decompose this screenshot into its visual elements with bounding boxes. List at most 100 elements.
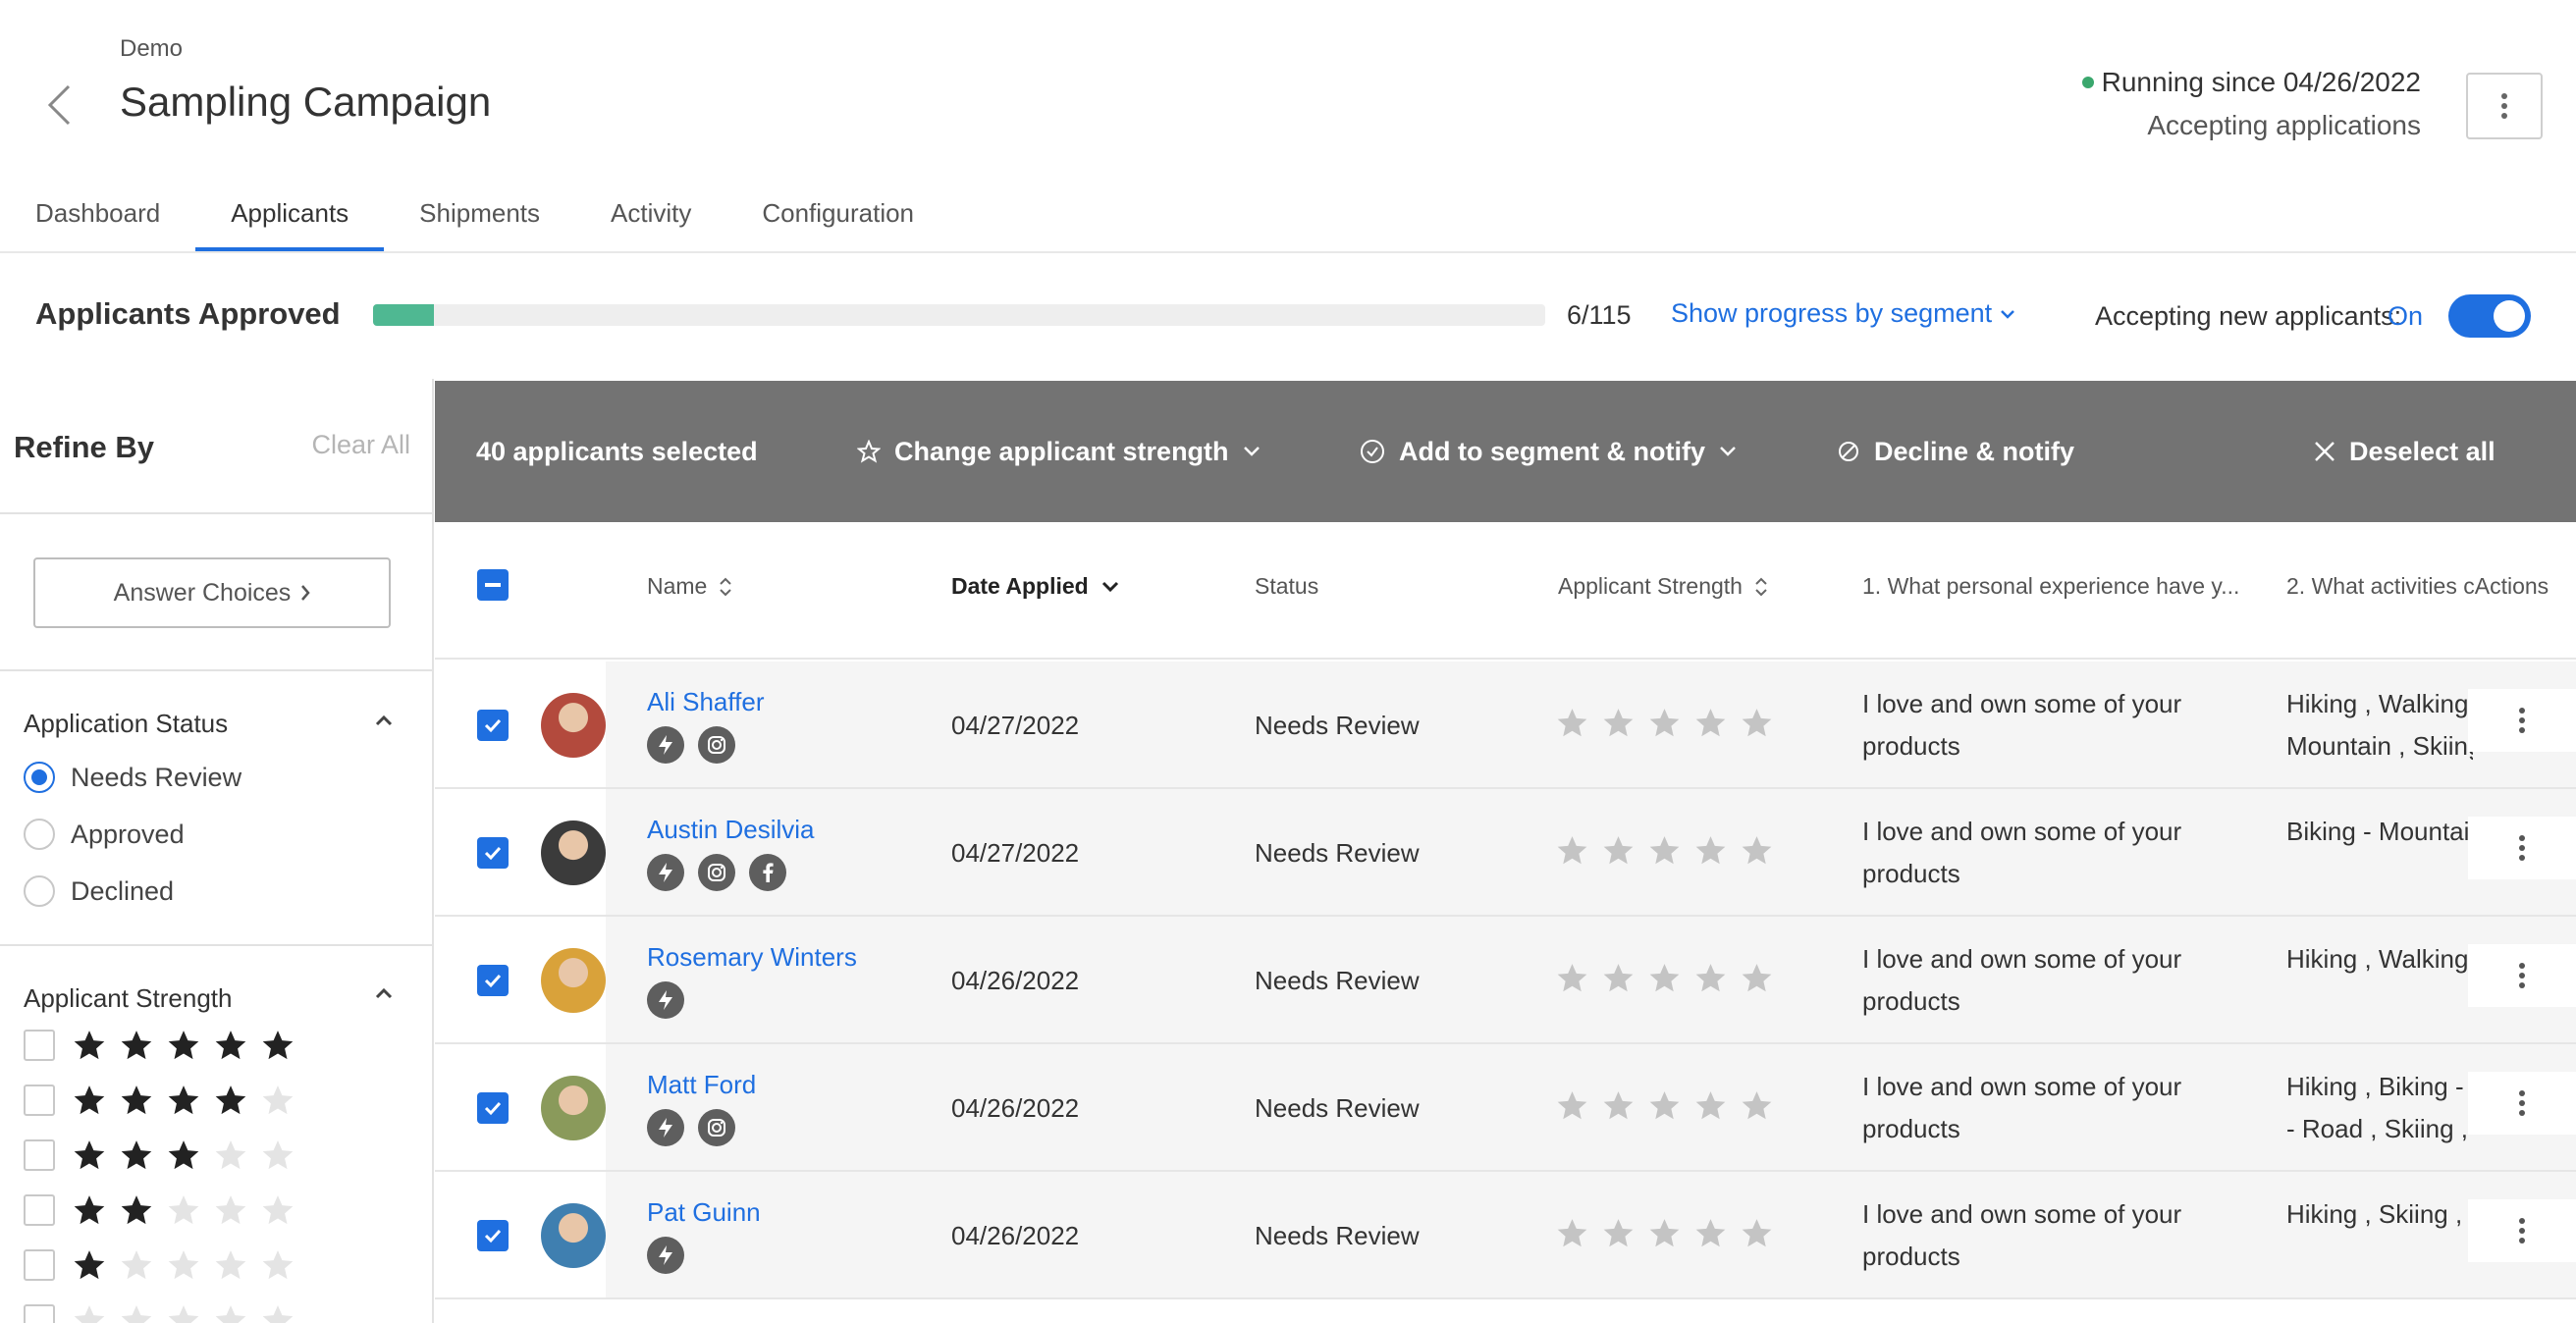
applicant-strength-rating[interactable] xyxy=(1556,1217,1773,1249)
selected-count: 40 applicants selected xyxy=(476,436,758,466)
table-row[interactable]: Pat Guinn 04/26/2022 Needs Review I love an… xyxy=(435,1172,2576,1299)
applicant-name-link[interactable]: Austin Desilvia xyxy=(647,815,815,845)
strength-checkbox[interactable] xyxy=(24,1085,55,1116)
tab-activity[interactable]: Activity xyxy=(575,185,726,253)
more-vertical-icon xyxy=(2519,1218,2525,1244)
more-vertical-icon xyxy=(2519,1090,2525,1116)
applicant-name-link[interactable]: Rosemary Winters xyxy=(647,942,857,973)
accepting-new-toggle[interactable] xyxy=(2448,294,2531,338)
tab-applicants[interactable]: Applicants xyxy=(195,185,385,253)
breadcrumb[interactable]: Demo xyxy=(120,35,183,63)
strength-filter-0[interactable] xyxy=(24,1303,295,1323)
row-actions-button[interactable] xyxy=(2468,817,2576,879)
strength-checkbox[interactable] xyxy=(24,1139,55,1171)
applicant-strength-rating[interactable] xyxy=(1556,707,1773,739)
chevron-down-icon xyxy=(2001,309,2015,319)
answer-choices-button[interactable]: Answer Choices xyxy=(33,557,391,628)
column-date-applied[interactable]: Date Applied xyxy=(951,573,1120,600)
applicant-strength-rating[interactable] xyxy=(1556,962,1773,994)
applicant-name-link[interactable]: Pat Guinn xyxy=(647,1197,761,1228)
radio-approved[interactable] xyxy=(24,819,55,850)
social-instagram[interactable] xyxy=(698,726,735,764)
toggle-knob xyxy=(2494,300,2525,332)
column-applicant-strength[interactable]: Applicant Strength xyxy=(1558,573,1768,600)
add-to-segment-button[interactable]: Add to segment & notify xyxy=(1360,381,1737,522)
radio-declined[interactable] xyxy=(24,875,55,907)
applicant-strength-rating[interactable] xyxy=(1556,834,1773,867)
row-checkbox[interactable] xyxy=(477,837,509,869)
strength-filter-5[interactable] xyxy=(24,1029,295,1062)
star-empty-icon xyxy=(168,1305,199,1323)
approved-label: Applicants Approved xyxy=(35,296,341,331)
tab-dashboard[interactable]: Dashboard xyxy=(0,185,195,253)
star-empty-icon xyxy=(1557,836,1587,865)
row-actions-button[interactable] xyxy=(2468,689,2576,752)
change-strength-button[interactable]: Change applicant strength xyxy=(857,381,1261,522)
row-actions-button[interactable] xyxy=(2468,1072,2576,1135)
clear-all-button[interactable]: Clear All xyxy=(311,430,410,460)
social-bolt[interactable] xyxy=(647,854,684,891)
chevron-right-icon xyxy=(301,585,310,601)
strength-filter-2[interactable] xyxy=(24,1193,295,1227)
status-text: Needs Review xyxy=(1255,1221,1420,1250)
applicant-name-link[interactable]: Ali Shaffer xyxy=(647,687,764,717)
radio-needs-review[interactable] xyxy=(24,762,55,793)
status-option-needs-review[interactable]: Needs Review xyxy=(24,762,242,793)
star-filled-icon xyxy=(74,1195,105,1225)
table-row[interactable]: Ali Shaffer 04/27/2022 Needs Review I love … xyxy=(435,662,2576,789)
column-q2-label: 2. What activities c xyxy=(2286,573,2475,599)
strength-filter-1[interactable] xyxy=(24,1248,295,1282)
star-filled-icon xyxy=(121,1031,152,1060)
campaign-menu-button[interactable] xyxy=(2466,73,2543,139)
answer-q2-line1: Hiking , Skiing , C xyxy=(2286,1199,2473,1229)
social-bolt[interactable] xyxy=(647,1109,684,1146)
table-row[interactable]: Austin Desilvia 04/27/2022 Needs Review I l… xyxy=(435,789,2576,917)
strength-filter-4[interactable] xyxy=(24,1084,295,1117)
status-option-declined[interactable]: Declined xyxy=(24,875,174,907)
date-applied: 04/26/2022 xyxy=(951,1093,1080,1123)
strength-checkbox[interactable] xyxy=(24,1249,55,1281)
strength-checkbox[interactable] xyxy=(24,1304,55,1323)
star-rating xyxy=(73,1248,295,1282)
star-empty-icon xyxy=(1742,1091,1772,1120)
strength-filter-3[interactable] xyxy=(24,1138,295,1172)
column-name[interactable]: Name xyxy=(647,573,732,600)
status-option-approved[interactable]: Approved xyxy=(24,819,185,850)
star-filled-icon xyxy=(262,1031,294,1060)
chevron-up-icon[interactable] xyxy=(375,714,393,726)
row-checkbox[interactable] xyxy=(477,710,509,741)
social-facebook[interactable] xyxy=(749,854,786,891)
social-instagram[interactable] xyxy=(698,1109,735,1146)
row-actions-button[interactable] xyxy=(2468,944,2576,1007)
checkmark-icon xyxy=(484,1229,502,1244)
star-empty-icon xyxy=(1649,1091,1680,1120)
social-bolt[interactable] xyxy=(647,1237,684,1274)
row-checkbox[interactable] xyxy=(477,1092,509,1124)
star-empty-icon xyxy=(1649,709,1680,737)
row-actions-button[interactable] xyxy=(2468,1199,2576,1262)
social-bolt[interactable] xyxy=(647,981,684,1019)
star-filled-icon xyxy=(121,1195,152,1225)
decline-notify-button[interactable]: Decline & notify xyxy=(1837,381,2074,522)
table-row[interactable]: Rosemary Winters 04/26/2022 Needs Review I … xyxy=(435,917,2576,1044)
tab-configuration[interactable]: Configuration xyxy=(726,185,949,253)
row-checkbox[interactable] xyxy=(477,965,509,996)
chevron-up-icon[interactable] xyxy=(375,987,393,999)
tab-shipments[interactable]: Shipments xyxy=(384,185,575,253)
social-instagram[interactable] xyxy=(698,854,735,891)
social-bolt[interactable] xyxy=(647,726,684,764)
applicant-name-link[interactable]: Matt Ford xyxy=(647,1070,756,1100)
row-checkbox[interactable] xyxy=(477,1220,509,1251)
strength-checkbox[interactable] xyxy=(24,1030,55,1061)
column-status: Status xyxy=(1255,573,1318,600)
deselect-all-button[interactable]: Deselect all xyxy=(2314,381,2496,522)
segment-link-label: Show progress by segment xyxy=(1671,298,1993,328)
show-progress-by-segment-link[interactable]: Show progress by segment xyxy=(1671,298,2015,329)
table-row[interactable]: Matt Ford 04/26/2022 Needs Review I love an… xyxy=(435,1044,2576,1172)
select-all-checkbox[interactable] xyxy=(477,569,509,601)
back-button[interactable] xyxy=(39,80,79,130)
status-text: Needs Review xyxy=(1255,1093,1420,1123)
applicant-strength-rating[interactable] xyxy=(1556,1089,1773,1122)
strength-checkbox[interactable] xyxy=(24,1194,55,1226)
answer-q2: Hiking , Biking - I - Road , Skiing , Y xyxy=(2286,1066,2473,1164)
